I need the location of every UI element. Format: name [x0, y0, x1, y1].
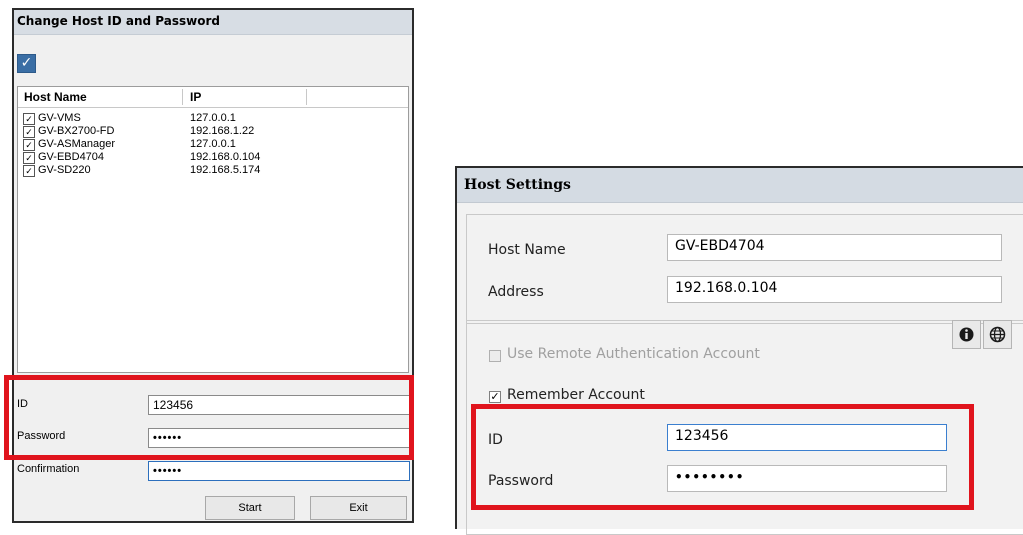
select-all-checkbox[interactable]: ✓	[17, 54, 36, 73]
host-name: GV-SD220	[38, 164, 91, 176]
exit-button[interactable]: Exit	[310, 496, 407, 520]
remote-auth-label: Use Remote Authentication Account	[507, 346, 760, 362]
host-ip: 192.168.1.22	[190, 125, 255, 137]
host-checkbox[interactable]: ✓	[23, 126, 35, 138]
list-item[interactable]: ✓ GV-ASManager 127.0.0.1	[18, 138, 408, 151]
start-button[interactable]: Start	[205, 496, 295, 520]
host-name: GV-VMS	[38, 112, 81, 124]
highlight-box	[4, 375, 414, 460]
host-checkbox[interactable]: ✓	[23, 152, 35, 164]
host-name-input[interactable]: GV-EBD4704	[667, 234, 1002, 261]
host-name: GV-ASManager	[38, 138, 116, 150]
column-divider	[306, 89, 307, 105]
host-name: GV-BX2700-FD	[38, 125, 115, 137]
column-host-name[interactable]: Host Name	[24, 90, 87, 104]
remember-account-label: Remember Account	[507, 387, 645, 403]
host-checkbox[interactable]: ✓	[23, 113, 35, 125]
confirmation-input[interactable]: ••••••	[148, 461, 410, 481]
dialog-title: Host Settings	[457, 168, 1023, 203]
column-divider	[182, 89, 183, 105]
list-item[interactable]: ✓ GV-VMS 127.0.0.1	[18, 112, 408, 125]
remote-auth-checkbox[interactable]	[489, 350, 501, 362]
dialog-title: Change Host ID and Password	[14, 10, 412, 35]
list-item[interactable]: ✓ GV-BX2700-FD 192.168.1.22	[18, 125, 408, 138]
host-ip: 127.0.0.1	[190, 112, 236, 124]
highlight-box	[471, 404, 974, 510]
host-list-header: Host Name IP	[18, 87, 408, 108]
info-button[interactable]	[952, 320, 981, 349]
host-group	[466, 214, 1023, 324]
confirmation-label: Confirmation	[17, 463, 80, 475]
column-ip[interactable]: IP	[190, 90, 201, 104]
host-ip: 192.168.5.174	[190, 164, 261, 176]
list-item[interactable]: ✓ GV-EBD4704 192.168.0.104	[18, 151, 408, 164]
host-name: GV-EBD4704	[38, 151, 105, 163]
host-list[interactable]: Host Name IP ✓ GV-VMS 127.0.0.1 ✓ GV-BX2…	[17, 86, 409, 373]
remember-account-checkbox[interactable]: ✓	[489, 391, 501, 403]
host-name-label: Host Name	[488, 242, 566, 258]
list-item[interactable]: ✓ GV-SD220 192.168.5.174	[18, 164, 408, 177]
address-input[interactable]: 192.168.0.104	[667, 276, 1002, 303]
info-icon	[959, 327, 974, 342]
address-label: Address	[488, 284, 544, 300]
host-checkbox[interactable]: ✓	[23, 139, 35, 151]
host-checkbox[interactable]: ✓	[23, 165, 35, 177]
host-ip: 192.168.0.104	[190, 151, 261, 163]
host-ip: 127.0.0.1	[190, 138, 236, 150]
globe-button[interactable]	[983, 320, 1012, 349]
globe-icon	[989, 326, 1006, 343]
